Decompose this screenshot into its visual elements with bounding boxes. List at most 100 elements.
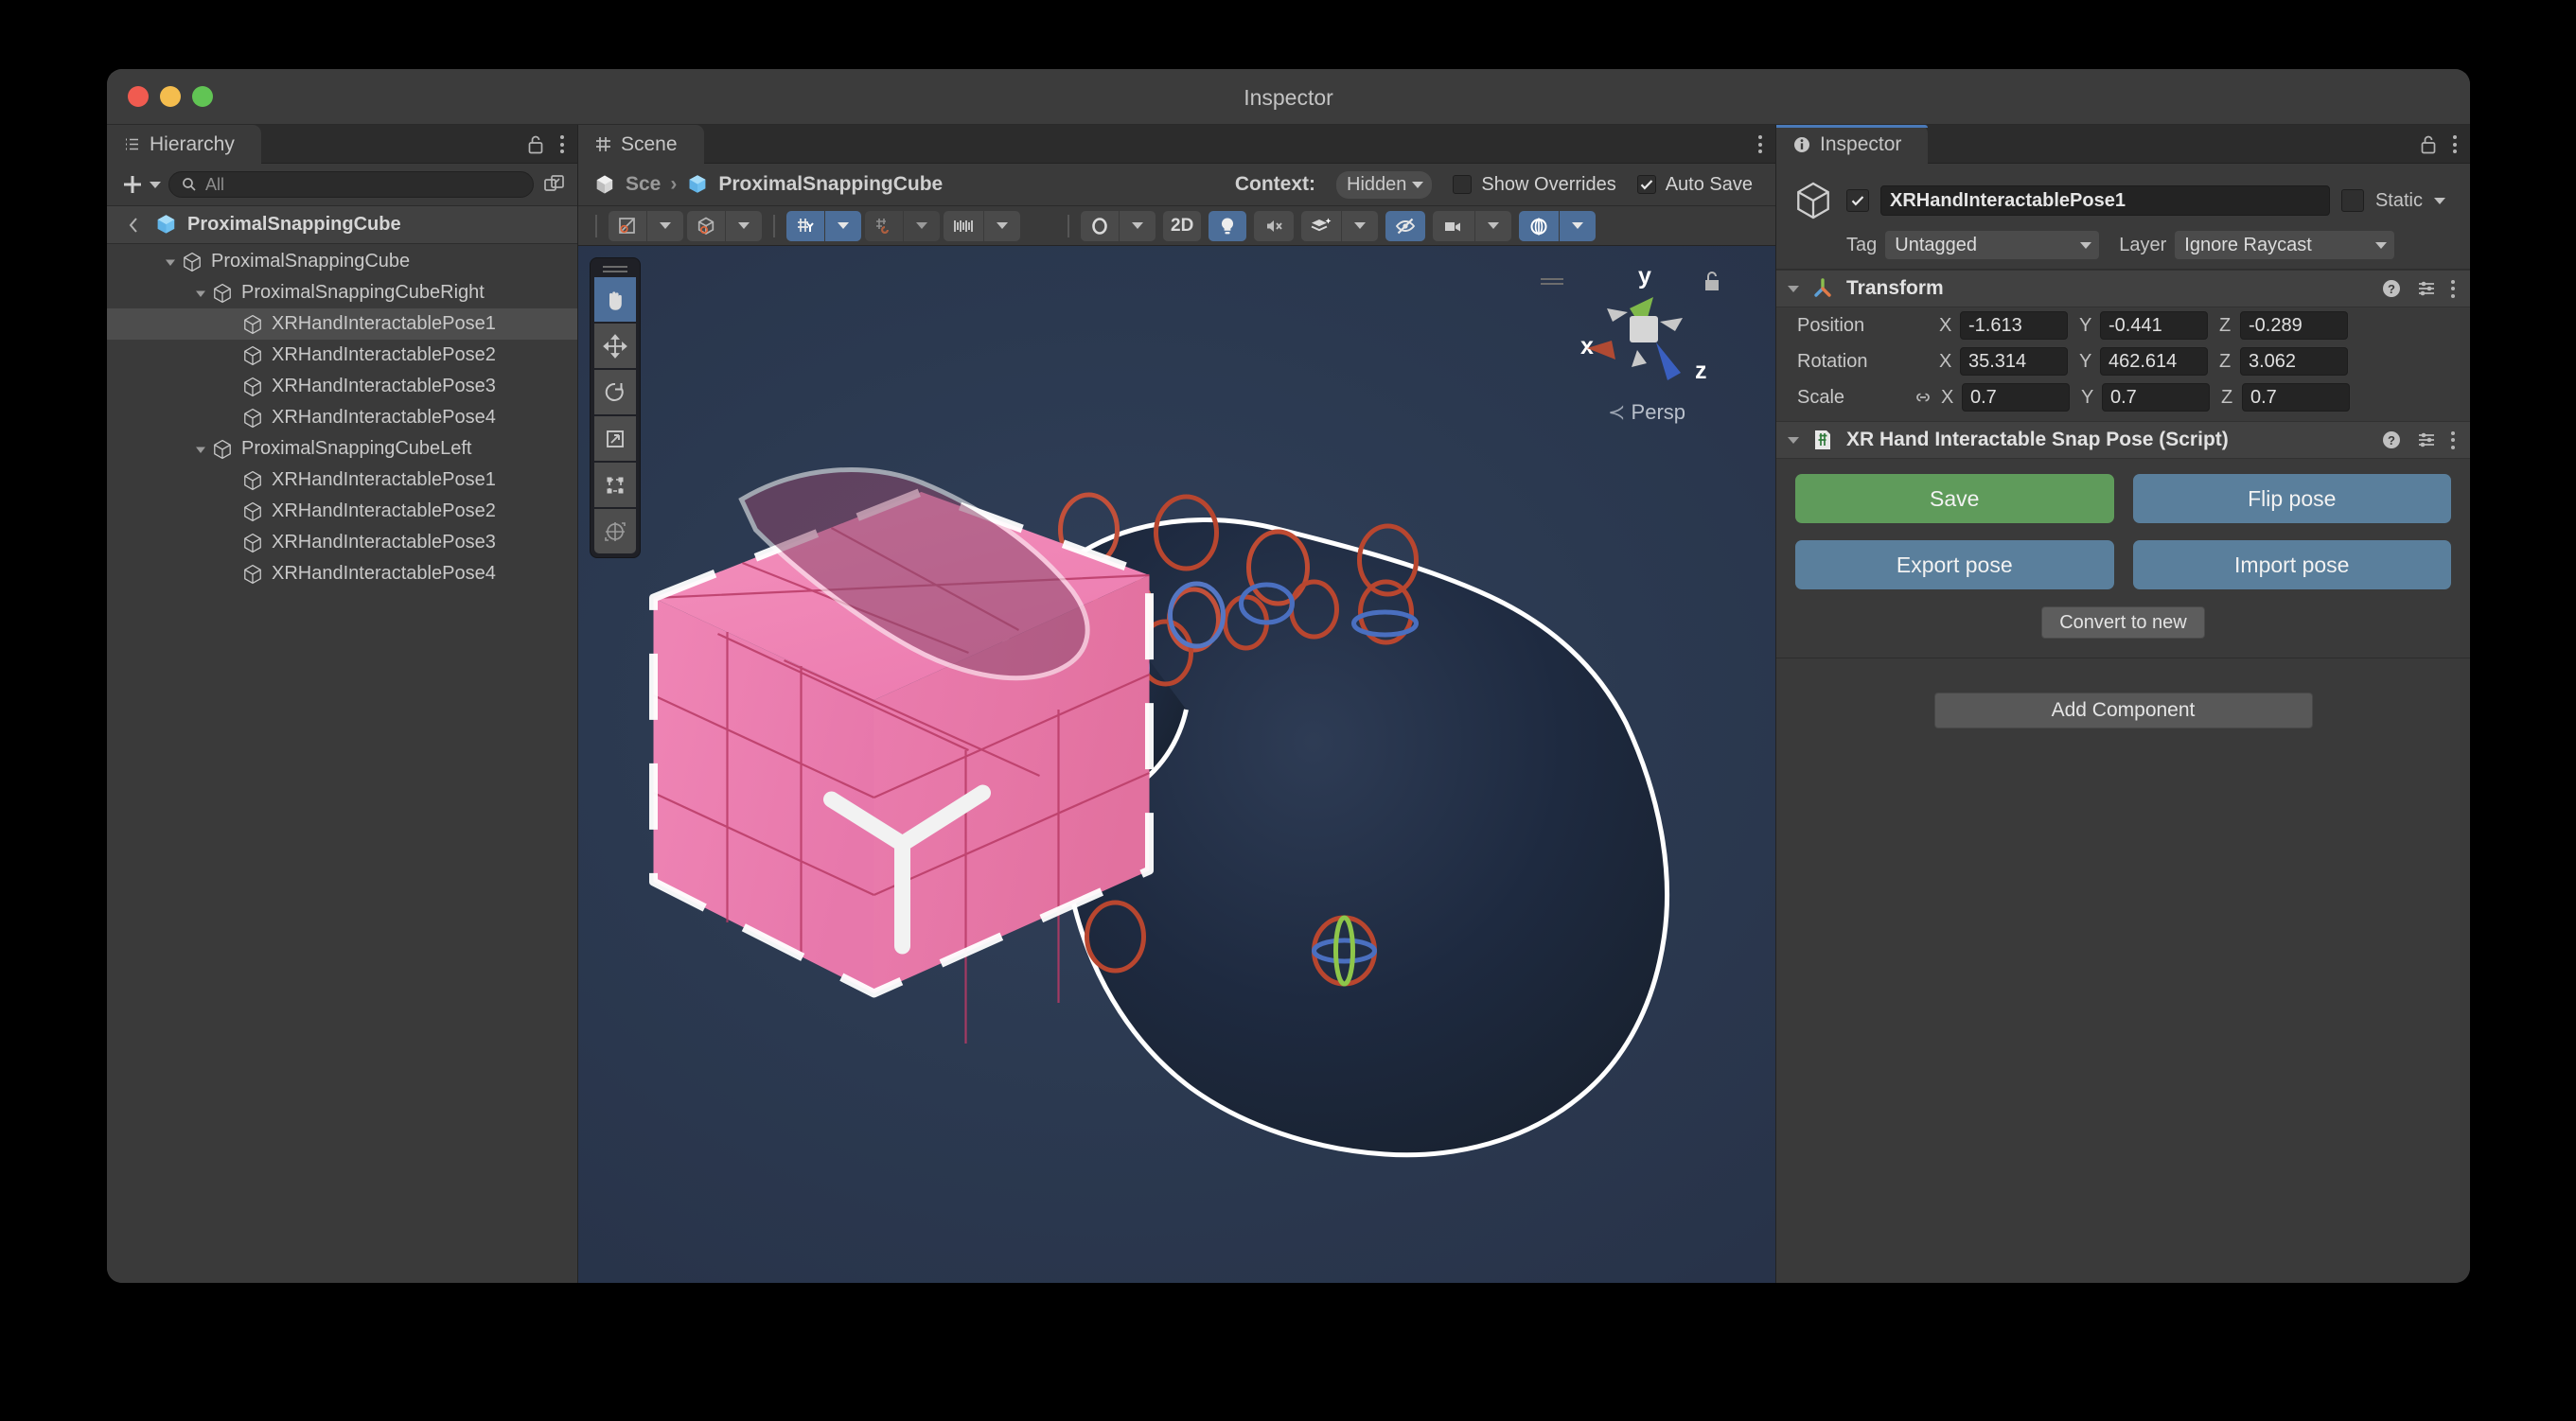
scale-link-toggle[interactable] bbox=[1911, 387, 1935, 408]
auto-save-toggle[interactable]: Auto Save bbox=[1636, 174, 1753, 196]
collapse-chevron-icon[interactable] bbox=[1788, 436, 1799, 444]
field-y[interactable]: 462.614 bbox=[2100, 347, 2208, 376]
expand-triangle-icon[interactable] bbox=[194, 443, 207, 456]
field-x[interactable]: -1.613 bbox=[1960, 311, 2068, 340]
field-y[interactable]: -0.441 bbox=[2100, 311, 2208, 340]
create-object-button[interactable] bbox=[120, 172, 161, 197]
effects-dropdown[interactable] bbox=[1342, 210, 1379, 241]
grid-snap-button[interactable] bbox=[865, 210, 903, 241]
hierarchy-item-proximalsnappingcubeleft[interactable]: ProximalSnappingCubeLeft bbox=[107, 433, 577, 465]
lock-icon[interactable] bbox=[526, 134, 545, 155]
scene-viewport[interactable]: y x z ≺ Persp bbox=[578, 246, 1775, 1283]
hierarchy-item-proximalsnappingcuberight[interactable]: ProximalSnappingCubeRight bbox=[107, 277, 577, 308]
script-component-header[interactable]: XR Hand Interactable Snap Pose (Script) … bbox=[1776, 421, 2470, 459]
scene-breadcrumb-root[interactable]: Sce bbox=[626, 173, 661, 196]
help-icon[interactable]: ? bbox=[2381, 278, 2402, 299]
show-overrides-checkbox[interactable] bbox=[1453, 175, 1473, 194]
gizmos-dropdown[interactable] bbox=[1560, 210, 1597, 241]
scene-camera-settings-button[interactable] bbox=[1433, 210, 1475, 241]
search-input[interactable]: All bbox=[168, 171, 534, 198]
tab-scene[interactable]: Scene bbox=[578, 125, 704, 164]
hierarchy-item-label: XRHandInteractablePose4 bbox=[272, 407, 496, 428]
hierarchy-menu-icon[interactable] bbox=[560, 135, 564, 153]
object-name-field[interactable]: XRHandInteractablePose1 bbox=[1880, 185, 2330, 216]
convert-to-new-button[interactable]: Convert to new bbox=[2041, 606, 2205, 639]
help-icon[interactable]: ? bbox=[2381, 430, 2402, 450]
field-x[interactable]: 0.7 bbox=[1962, 383, 2070, 412]
show-overrides-toggle[interactable]: Show Overrides bbox=[1453, 174, 1616, 196]
preset-settings-icon[interactable] bbox=[2416, 278, 2437, 299]
tab-inspector[interactable]: Inspector bbox=[1776, 125, 1929, 164]
hierarchy-item-xrhandinteractablepose4[interactable]: XRHandInteractablePose4 bbox=[107, 402, 577, 433]
projection-mode[interactable]: ≺ Persp bbox=[1561, 400, 1732, 425]
scene-camera-button[interactable] bbox=[1081, 210, 1119, 241]
gizmo-lock-icon[interactable] bbox=[1705, 272, 1719, 290]
link-scale-icon[interactable] bbox=[1913, 387, 1933, 408]
transform-component-header[interactable]: Transform ? bbox=[1776, 270, 2470, 307]
grid-axis-button[interactable] bbox=[786, 210, 824, 241]
hierarchy-item-xrhandinteractablepose2[interactable]: XRHandInteractablePose2 bbox=[107, 496, 577, 527]
field-z[interactable]: 3.062 bbox=[2240, 347, 2348, 376]
scene-view-gizmo[interactable]: y x z ≺ Persp bbox=[1541, 259, 1732, 425]
field-z[interactable]: 0.7 bbox=[2242, 383, 2350, 412]
expand-toggle[interactable] bbox=[160, 255, 181, 269]
scene-breadcrumb-current[interactable]: ProximalSnappingCube bbox=[718, 173, 943, 196]
snap-increment-dropdown[interactable] bbox=[984, 210, 1020, 241]
toggle-lighting-button[interactable] bbox=[1209, 210, 1247, 241]
tag-dropdown[interactable]: Untagged bbox=[1885, 231, 2100, 259]
expand-triangle-icon[interactable] bbox=[194, 287, 207, 300]
hierarchy-item-xrhandinteractablepose3[interactable]: XRHandInteractablePose3 bbox=[107, 527, 577, 558]
export-pose-button[interactable]: Export pose bbox=[1795, 540, 2114, 589]
expand-toggle[interactable] bbox=[190, 287, 211, 300]
toggle-hidden-objects-button[interactable] bbox=[1385, 210, 1426, 241]
shading-mode-button[interactable] bbox=[609, 210, 646, 241]
lock-icon[interactable] bbox=[2419, 134, 2438, 155]
field-z[interactable]: -0.289 bbox=[2240, 311, 2348, 340]
preset-settings-icon[interactable] bbox=[2416, 430, 2437, 450]
add-component-button[interactable]: Add Component bbox=[1933, 693, 2313, 728]
grid-axis-group bbox=[786, 210, 861, 241]
hierarchy-item-xrhandinteractablepose4[interactable]: XRHandInteractablePose4 bbox=[107, 558, 577, 589]
gizmo-drag-handle[interactable] bbox=[1541, 278, 1563, 285]
tab-hierarchy[interactable]: Hierarchy bbox=[107, 125, 261, 164]
hierarchy-item-xrhandinteractablepose2[interactable]: XRHandInteractablePose2 bbox=[107, 340, 577, 371]
toggle-effects-button[interactable] bbox=[1301, 210, 1342, 241]
render-mode-dropdown[interactable] bbox=[726, 210, 762, 241]
inspector-menu-icon[interactable] bbox=[2453, 135, 2457, 153]
static-checkbox[interactable] bbox=[2340, 189, 2364, 212]
back-chevron-icon[interactable] bbox=[124, 215, 145, 236]
transform-menu-icon[interactable] bbox=[2451, 279, 2455, 298]
static-dropdown-icon[interactable] bbox=[2434, 197, 2445, 204]
toggle-audio-button[interactable] bbox=[1254, 210, 1295, 241]
expand-triangle-icon[interactable] bbox=[164, 255, 177, 269]
hierarchy-item-xrhandinteractablepose3[interactable]: XRHandInteractablePose3 bbox=[107, 371, 577, 402]
hierarchy-item-xrhandinteractablepose1[interactable]: XRHandInteractablePose1 bbox=[107, 465, 577, 496]
field-y[interactable]: 0.7 bbox=[2102, 383, 2210, 412]
scene-camera-dropdown[interactable] bbox=[1120, 210, 1156, 241]
toggle-2d-button[interactable]: 2D bbox=[1163, 210, 1202, 241]
expand-toggle[interactable] bbox=[190, 443, 211, 456]
gizmo-x-label: x bbox=[1580, 333, 1594, 360]
hierarchy-item-xrhandinteractablepose1[interactable]: XRHandInteractablePose1 bbox=[107, 308, 577, 340]
camera-settings-dropdown[interactable] bbox=[1475, 210, 1512, 241]
script-menu-icon[interactable] bbox=[2451, 430, 2455, 449]
grid-snap-dropdown[interactable] bbox=[904, 210, 940, 241]
render-mode-button[interactable] bbox=[687, 210, 725, 241]
shading-mode-dropdown[interactable] bbox=[647, 210, 683, 241]
axis-gizmo-icon[interactable]: y x z bbox=[1561, 259, 1732, 401]
collapse-chevron-icon[interactable] bbox=[1788, 285, 1799, 292]
context-dropdown[interactable]: Hidden bbox=[1336, 170, 1433, 199]
grid-axis-dropdown[interactable] bbox=[825, 210, 861, 241]
save-button[interactable]: Save bbox=[1795, 474, 2114, 523]
open-in-new-window-icon[interactable] bbox=[541, 171, 568, 198]
layer-dropdown[interactable]: Ignore Raycast bbox=[2175, 231, 2395, 259]
toggle-gizmos-button[interactable] bbox=[1519, 210, 1560, 241]
hierarchy-item-proximalsnappingcube[interactable]: ProximalSnappingCube bbox=[107, 246, 577, 277]
import-pose-button[interactable]: Import pose bbox=[2132, 540, 2451, 589]
auto-save-checkbox[interactable] bbox=[1636, 175, 1656, 194]
object-enabled-checkbox[interactable] bbox=[1846, 189, 1869, 212]
flip-pose-button[interactable]: Flip pose bbox=[2132, 474, 2451, 523]
field-x[interactable]: 35.314 bbox=[1960, 347, 2068, 376]
snap-increment-button[interactable] bbox=[944, 210, 983, 241]
scene-menu-icon[interactable] bbox=[1758, 135, 1762, 153]
